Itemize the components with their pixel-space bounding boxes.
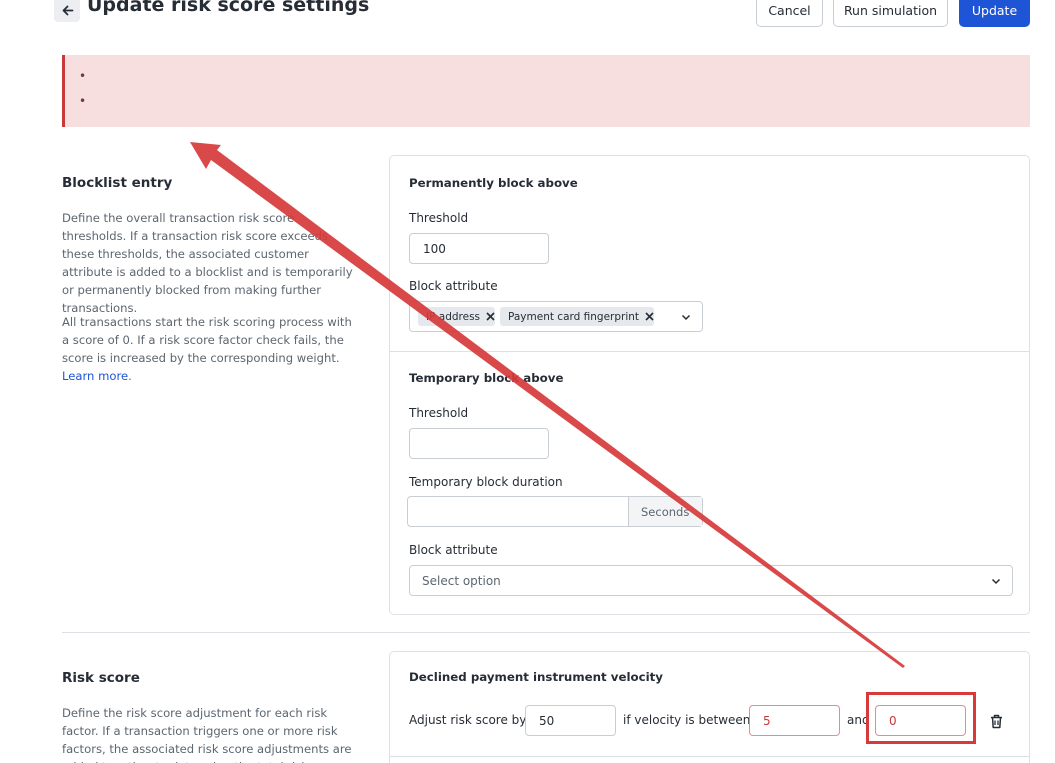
temporary-attribute-label: Block attribute: [409, 543, 498, 557]
card-separator: [390, 351, 1029, 352]
velocity-from-input[interactable]: 5: [749, 705, 840, 736]
temporary-block-title: Temporary block above: [409, 371, 564, 385]
section-divider: [62, 632, 1030, 633]
temporary-threshold-input[interactable]: [409, 428, 549, 459]
error-banner: • •: [62, 55, 1030, 127]
annotation-highlight-box: [866, 692, 976, 744]
temporary-attribute-select[interactable]: Select option: [409, 565, 1013, 596]
trash-icon[interactable]: [990, 714, 1003, 729]
page-title: Update risk score settings: [87, 0, 370, 16]
back-button[interactable]: [54, 0, 80, 22]
risk-factor-title: Declined payment instrument velocity: [409, 670, 663, 684]
risk-score-section-title: Risk score: [62, 670, 140, 686]
chevron-down-icon: [991, 578, 1001, 585]
tag-ip-address: IP address: [418, 307, 496, 326]
temporary-duration-input[interactable]: Seconds: [407, 496, 703, 527]
permanent-block-title: Permanently block above: [409, 176, 578, 190]
duration-unit-addon: Seconds: [628, 497, 702, 526]
close-icon[interactable]: [645, 312, 654, 321]
learn-more-link[interactable]: Learn more: [62, 369, 128, 383]
adjust-label: Adjust risk score by: [409, 713, 527, 727]
permanent-threshold-label: Threshold: [409, 211, 469, 225]
error-item: •: [79, 69, 90, 83]
cancel-button[interactable]: Cancel: [756, 0, 823, 27]
permanent-attribute-label: Block attribute: [409, 279, 498, 293]
tag-payment-card-fingerprint: Payment card fingerprint: [500, 307, 655, 326]
error-item: •: [79, 94, 90, 108]
blocklist-card: Permanently block above Threshold 100 Bl…: [389, 155, 1030, 615]
permanent-threshold-input[interactable]: 100: [409, 233, 549, 264]
permanent-attribute-select[interactable]: IP address Payment card fingerprint: [409, 301, 703, 332]
error-list: • •: [79, 69, 90, 119]
blocklist-description-2: All transactions start the risk scoring …: [62, 315, 352, 383]
temporary-duration-label: Temporary block duration: [409, 475, 563, 489]
risk-score-description: Define the risk score adjustment for eac…: [62, 706, 352, 763]
blocklist-description: Define the overall transaction risk scor…: [62, 211, 353, 315]
close-icon[interactable]: [486, 312, 495, 321]
adjust-score-input[interactable]: 50: [525, 705, 616, 736]
chevron-down-icon: [681, 314, 691, 321]
temporary-threshold-label: Threshold: [409, 406, 469, 420]
update-button[interactable]: Update: [959, 0, 1030, 27]
arrow-left-icon: [62, 5, 73, 15]
run-simulation-button[interactable]: Run simulation: [833, 0, 948, 27]
card-separator: [390, 756, 1029, 757]
between-label: if velocity is between: [623, 713, 751, 727]
blocklist-section-title: Blocklist entry: [62, 175, 173, 191]
